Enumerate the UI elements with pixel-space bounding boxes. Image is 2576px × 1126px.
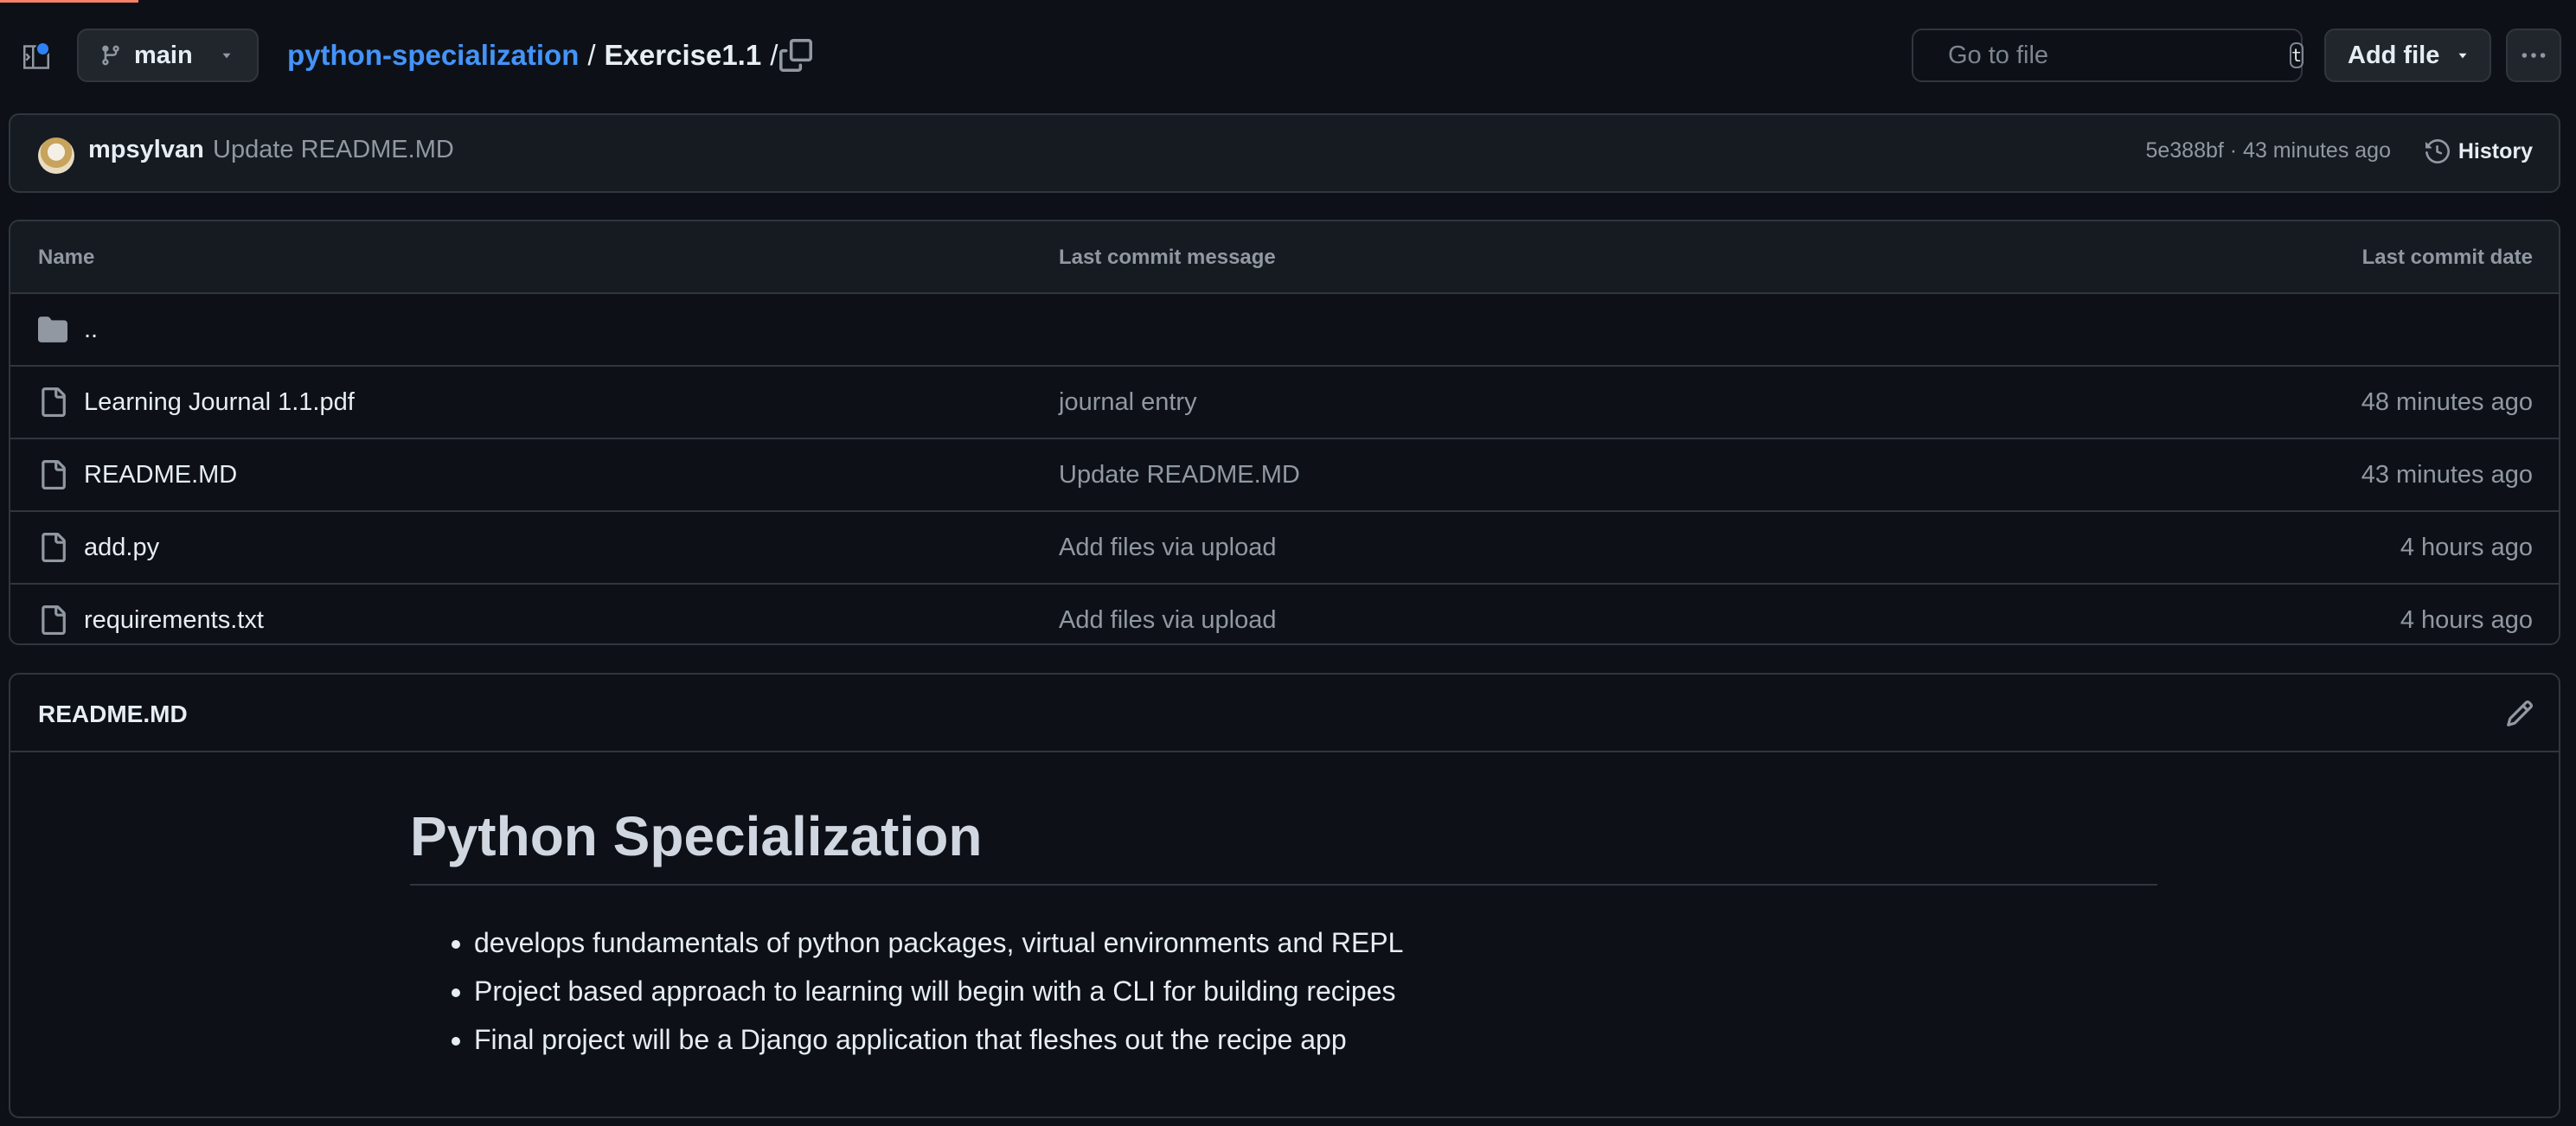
go-to-file-input[interactable] <box>1946 40 2276 71</box>
parent-directory-row[interactable]: .. <box>10 294 2559 367</box>
breadcrumb-repo-link[interactable]: python-specialization <box>287 39 579 72</box>
readme-panel: README.MD Python Specialization develops… <box>9 673 2560 1118</box>
breadcrumb: python-specialization / Exercise1.1 / <box>287 35 786 76</box>
more-options-button[interactable] <box>2506 29 2561 82</box>
kebab-horizontal-icon <box>2522 53 2546 58</box>
table-row[interactable]: add.py Add files via upload 4 hours ago <box>10 512 2559 585</box>
file-navigation-header: main python-specialization / Exercise1.1… <box>0 0 2576 112</box>
add-file-button[interactable]: Add file <box>2324 29 2491 82</box>
readme-bullet-list: develops fundamentals of python packages… <box>443 918 1403 1064</box>
git-branch-icon <box>102 45 119 66</box>
file-list-table: Name Last commit message Last commit dat… <box>9 220 2560 645</box>
caret-down-icon <box>222 53 231 59</box>
file-icon <box>42 605 66 635</box>
table-row[interactable]: README.MD Update README.MD 43 minutes ag… <box>10 439 2559 512</box>
column-header-name: Name <box>38 246 95 269</box>
file-commit-message-link[interactable]: journal entry <box>1059 388 1197 417</box>
pencil-icon[interactable] <box>2505 699 2534 728</box>
column-header-last-commit-date: Last commit date <box>2361 246 2533 269</box>
breadcrumb-separator: / <box>587 39 596 71</box>
list-item: Project based approach to learning will … <box>474 967 1403 1015</box>
table-row[interactable]: Learning Journal 1.1.pdf journal entry 4… <box>10 367 2559 439</box>
file-name-link[interactable]: README.MD <box>84 461 237 489</box>
notification-dot <box>35 42 50 56</box>
file-icon <box>42 460 66 489</box>
readme-file-link[interactable]: README.MD <box>38 701 188 728</box>
table-row[interactable]: requirements.txt Add files via upload 4 … <box>10 585 2559 643</box>
history-icon <box>2425 139 2450 163</box>
commit-message-link[interactable]: Update README.MD <box>213 136 454 164</box>
file-commit-date: 48 minutes ago <box>2361 388 2533 416</box>
keyboard-shortcut-hint: t <box>2290 42 2304 68</box>
file-commit-message-link[interactable]: Add files via upload <box>1059 534 1277 562</box>
latest-commit-bar: mpsylvan Update README.MD 5e388bf · 43 m… <box>9 113 2560 193</box>
expand-file-tree-button[interactable] <box>19 40 54 74</box>
branch-name: main <box>134 41 193 69</box>
caret-down-icon <box>2458 53 2467 59</box>
commit-sha-and-time[interactable]: 5e388bf · 43 minutes ago <box>2145 138 2391 163</box>
go-to-file-search[interactable]: t <box>1912 29 2304 82</box>
file-commit-message-link[interactable]: Add files via upload <box>1059 606 1277 635</box>
list-item: Final project will be a Django applicati… <box>474 1015 1403 1064</box>
file-icon <box>42 533 66 562</box>
file-name-link[interactable]: requirements.txt <box>84 606 264 635</box>
file-name-link[interactable]: add.py <box>84 534 159 562</box>
history-button[interactable]: History <box>2425 134 2533 169</box>
copy-path-button[interactable] <box>779 39 812 72</box>
file-commit-date: 43 minutes ago <box>2361 461 2533 489</box>
breadcrumb-trailing-separator: / <box>770 39 779 71</box>
readme-header: README.MD <box>10 675 2559 752</box>
history-label: History <box>2457 138 2533 163</box>
breadcrumb-current-directory: Exercise1.1 <box>604 39 762 71</box>
folder-icon <box>38 317 67 342</box>
list-item: develops fundamentals of python packages… <box>474 918 1403 967</box>
file-commit-date: 4 hours ago <box>2400 534 2533 561</box>
file-list-header: Name Last commit message Last commit dat… <box>10 221 2559 294</box>
branch-selector-button[interactable]: main <box>77 29 259 82</box>
readme-heading: Python Specialization <box>410 804 2157 886</box>
file-name-link[interactable]: Learning Journal 1.1.pdf <box>84 388 355 417</box>
parent-directory-link[interactable]: .. <box>84 316 98 344</box>
copy-icon <box>779 39 812 72</box>
file-commit-message-link[interactable]: Update README.MD <box>1059 461 1300 489</box>
avatar[interactable] <box>38 138 74 174</box>
commit-author-link[interactable]: mpsylvan <box>88 136 204 164</box>
file-commit-date: 4 hours ago <box>2400 606 2533 634</box>
add-file-label: Add file <box>2348 41 2440 69</box>
column-header-last-commit-message: Last commit message <box>1059 246 1276 269</box>
file-icon <box>42 387 66 417</box>
